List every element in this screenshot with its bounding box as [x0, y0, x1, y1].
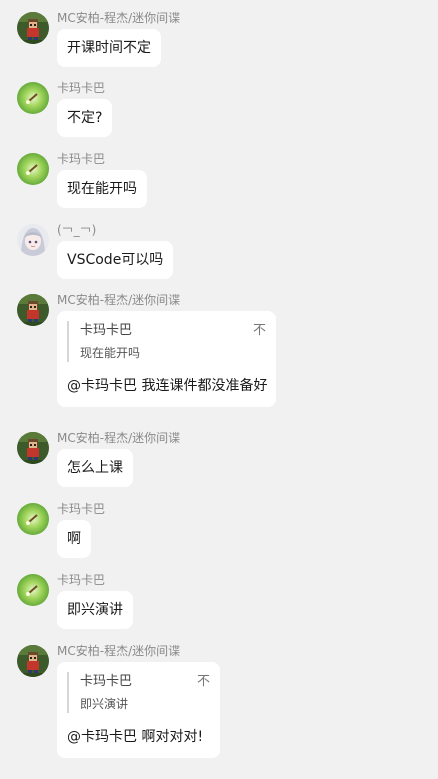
- sender-name: 卡玛卡巴: [57, 502, 106, 516]
- green-avatar-icon[interactable]: [17, 574, 49, 606]
- quote-text: 现在能开吗: [80, 346, 141, 360]
- quote-close[interactable]: 不: [253, 321, 266, 341]
- pixel-avatar-icon[interactable]: [17, 645, 49, 677]
- message-bubble[interactable]: 即兴演讲: [57, 591, 133, 629]
- quoted-message[interactable]: 卡玛卡巴 不 现在能开吗: [67, 321, 266, 362]
- green-avatar-icon[interactable]: [17, 82, 49, 114]
- quote-close[interactable]: 不: [197, 672, 210, 692]
- sender-name: 卡玛卡巴: [57, 152, 106, 166]
- chat-window: MC安柏-程杰/迷你间谍 开课时间不定 卡玛卡巴 不定? 卡玛卡巴 现在能开吗 …: [0, 0, 438, 779]
- sender-name: (￢_￢): [57, 223, 97, 237]
- sender-name: MC安柏-程杰/迷你间谍: [57, 644, 181, 658]
- reply-bubble[interactable]: 卡玛卡巴 不 即兴演讲 @卡玛卡巴 啊对对对!: [57, 662, 220, 758]
- reply-bubble[interactable]: 卡玛卡巴 不 现在能开吗 @卡玛卡巴 我连课件都没准备好: [57, 311, 276, 407]
- sender-name: MC安柏-程杰/迷你间谍: [57, 431, 181, 445]
- quoted-message[interactable]: 卡玛卡巴 不 即兴演讲: [67, 672, 210, 713]
- message-bubble[interactable]: 不定?: [57, 99, 113, 137]
- quote-text: 即兴演讲: [80, 697, 129, 711]
- pixel-avatar-icon[interactable]: [17, 432, 49, 464]
- message-bubble[interactable]: 怎么上课: [57, 449, 133, 487]
- message-bubble[interactable]: 现在能开吗: [57, 170, 147, 208]
- sender-name: 卡玛卡巴: [57, 573, 106, 587]
- quote-header: 卡玛卡巴 不: [80, 321, 266, 341]
- quote-header: 卡玛卡巴 不: [80, 672, 210, 692]
- sender-name: MC安柏-程杰/迷你间谍: [57, 293, 181, 307]
- sender-name: MC安柏-程杰/迷你间谍: [57, 11, 181, 25]
- message-text: @卡玛卡巴 我连课件都没准备好: [67, 378, 268, 394]
- sender-name: 卡玛卡巴: [57, 81, 106, 95]
- message-bubble[interactable]: VSCode可以吗: [57, 241, 174, 279]
- pixel-avatar-icon[interactable]: [17, 294, 49, 326]
- anime-avatar-icon[interactable]: [17, 224, 49, 256]
- green-avatar-icon[interactable]: [17, 153, 49, 185]
- green-avatar-icon[interactable]: [17, 503, 49, 535]
- message-bubble[interactable]: 开课时间不定: [57, 29, 161, 67]
- message-bubble[interactable]: 啊: [57, 520, 91, 558]
- quote-sender: 卡玛卡巴: [80, 323, 133, 338]
- quote-sender: 卡玛卡巴: [80, 674, 133, 689]
- message-text: @卡玛卡巴 啊对对对!: [67, 729, 204, 745]
- pixel-avatar-icon[interactable]: [17, 12, 49, 44]
